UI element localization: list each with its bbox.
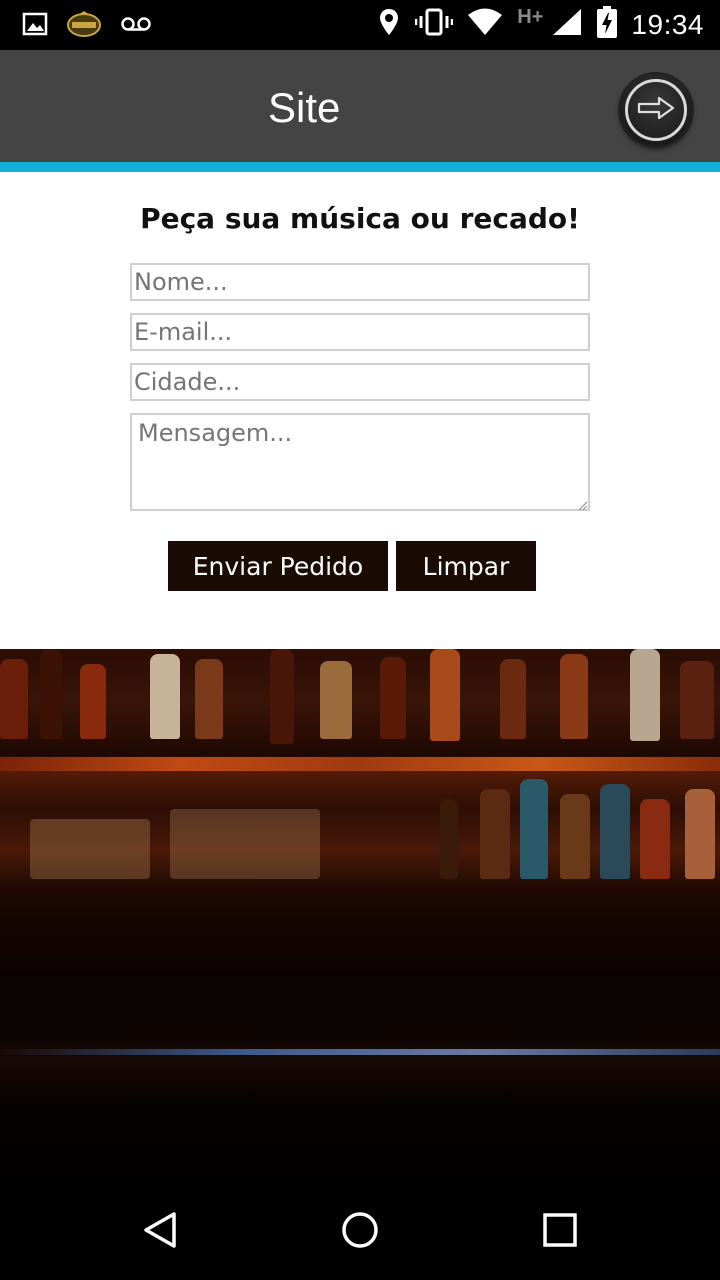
app-bar: Site (0, 50, 720, 162)
arrow-right-icon (637, 96, 675, 125)
screen: H+ 19:34 Site Peça sua música ou recado!… (0, 0, 720, 1280)
name-input[interactable] (130, 263, 590, 301)
vibrate-icon (415, 7, 454, 42)
recents-button[interactable] (538, 1210, 582, 1254)
next-button[interactable] (620, 74, 692, 146)
back-icon (140, 1210, 180, 1255)
counter-edge (0, 1049, 720, 1055)
shelf-light (0, 757, 720, 771)
signal-icon (551, 7, 583, 42)
image-icon (22, 11, 48, 42)
network-type-label: H+ (517, 6, 544, 28)
recents-icon (540, 1210, 580, 1255)
submit-request-button[interactable]: Enviar Pedido (168, 541, 388, 591)
clear-button[interactable]: Limpar (396, 541, 536, 591)
home-icon (340, 1210, 380, 1255)
app-bar-title: Site (268, 84, 341, 131)
navigation-bar (0, 1180, 720, 1280)
status-right-icons: H+ 19:34 (377, 6, 704, 43)
location-icon (377, 7, 401, 42)
status-bar: H+ 19:34 (0, 0, 720, 50)
bar-background-image (0, 649, 720, 1180)
city-input[interactable] (130, 363, 590, 401)
clock: 19:34 (631, 8, 704, 40)
message-textarea[interactable] (130, 413, 590, 511)
app-logo-icon (66, 10, 102, 43)
wifi-icon (467, 8, 503, 41)
middle-shelf (0, 779, 720, 889)
top-shelf (0, 649, 720, 749)
battery-charging-icon (597, 6, 618, 43)
resize-grip-icon[interactable] (578, 498, 588, 511)
email-input[interactable] (130, 313, 590, 351)
request-form: Peça sua música ou recado! Enviar Pedido… (0, 172, 720, 649)
voicemail-icon (120, 14, 152, 39)
back-button[interactable] (138, 1210, 182, 1254)
next-button-ring (625, 79, 687, 141)
app-bar-accent-line (0, 162, 720, 172)
status-left-icons (22, 10, 152, 43)
home-button[interactable] (338, 1210, 382, 1254)
form-title: Peça sua música ou recado! (140, 202, 580, 235)
